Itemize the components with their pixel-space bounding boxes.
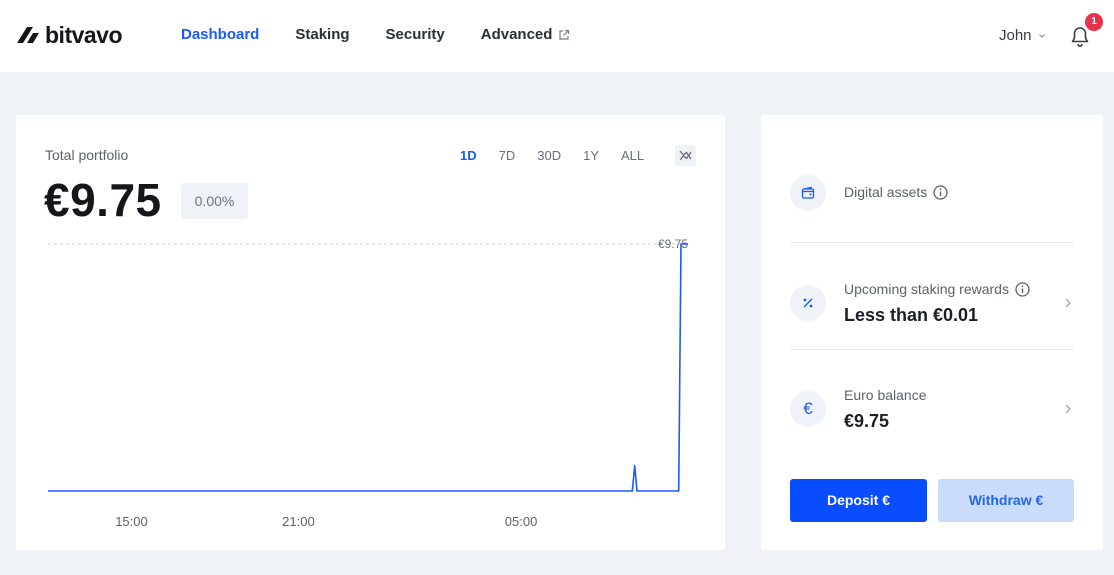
- nav-advanced[interactable]: Advanced: [481, 26, 571, 43]
- top-nav-bar: bitvavo Dashboard Staking Security Advan…: [0, 0, 1114, 72]
- wallet-icon-badge: [790, 175, 826, 211]
- bitvavo-logo-icon: [17, 27, 39, 43]
- digital-assets-label: Digital assets: [844, 184, 928, 200]
- staking-label-group: Upcoming staking rewards: [844, 281, 1030, 297]
- portfolio-card: Total portfolio €9.75 0.00% 1D 7D 30D 1Y…: [16, 115, 725, 550]
- series-line: [48, 243, 688, 492]
- notification-badge: 1: [1085, 13, 1103, 31]
- withdraw-button[interactable]: Withdraw €: [938, 479, 1074, 522]
- euro-icon: €: [803, 399, 813, 418]
- x-tick-label: 21:00: [282, 514, 315, 529]
- deposit-button[interactable]: Deposit €: [790, 479, 927, 522]
- chevron-right-icon[interactable]: [1064, 403, 1072, 415]
- wallet-icon: [801, 186, 815, 199]
- divider: [790, 349, 1074, 350]
- percent-icon-badge: [790, 285, 826, 321]
- x-axis-ticks: 15:00 21:00 05:00: [115, 514, 537, 529]
- summary-card: Digital assets Upcoming staking rewards: [761, 115, 1103, 550]
- staking-rewards-value: Less than €0.01: [844, 305, 979, 325]
- chevron-down-icon: [1038, 33, 1045, 38]
- info-icon[interactable]: [1015, 281, 1030, 297]
- staking-rewards-label: Upcoming staking rewards: [844, 281, 1009, 297]
- divider: [790, 242, 1074, 243]
- portfolio-chart: €9.75 15:00 21:00 05:00: [48, 237, 688, 529]
- user-menu[interactable]: John: [999, 27, 1046, 44]
- nav-staking[interactable]: Staking: [295, 26, 349, 43]
- digital-assets-label-group: Digital assets: [844, 184, 948, 200]
- nav-dashboard[interactable]: Dashboard: [181, 26, 259, 43]
- brand-name: bitvavo: [45, 21, 123, 48]
- x-tick-label: 15:00: [115, 514, 148, 529]
- euro-balance-value: €9.75: [844, 411, 890, 431]
- main-nav: Dashboard Staking Security Advanced: [181, 26, 606, 43]
- external-link-icon: [559, 29, 570, 40]
- bitvavo-logo[interactable]: bitvavo: [17, 21, 123, 48]
- staking-rewards-row[interactable]: Upcoming staking rewards Less than €0.01: [790, 279, 1074, 329]
- euro-balance-row[interactable]: € Euro balance €9.75: [790, 385, 1074, 435]
- chevron-right-icon[interactable]: [1064, 297, 1072, 309]
- percent-icon: [803, 298, 813, 308]
- info-icon[interactable]: [933, 184, 948, 200]
- bell-icon[interactable]: [1070, 26, 1090, 48]
- nav-security[interactable]: Security: [386, 26, 445, 43]
- user-name: John: [999, 27, 1032, 44]
- nav-advanced-label: Advanced: [480, 26, 553, 43]
- euro-icon-badge: €: [790, 391, 826, 427]
- euro-balance-label: Euro balance: [844, 387, 927, 403]
- digital-assets-row: Digital assets: [790, 174, 1074, 214]
- x-tick-label: 05:00: [505, 514, 538, 529]
